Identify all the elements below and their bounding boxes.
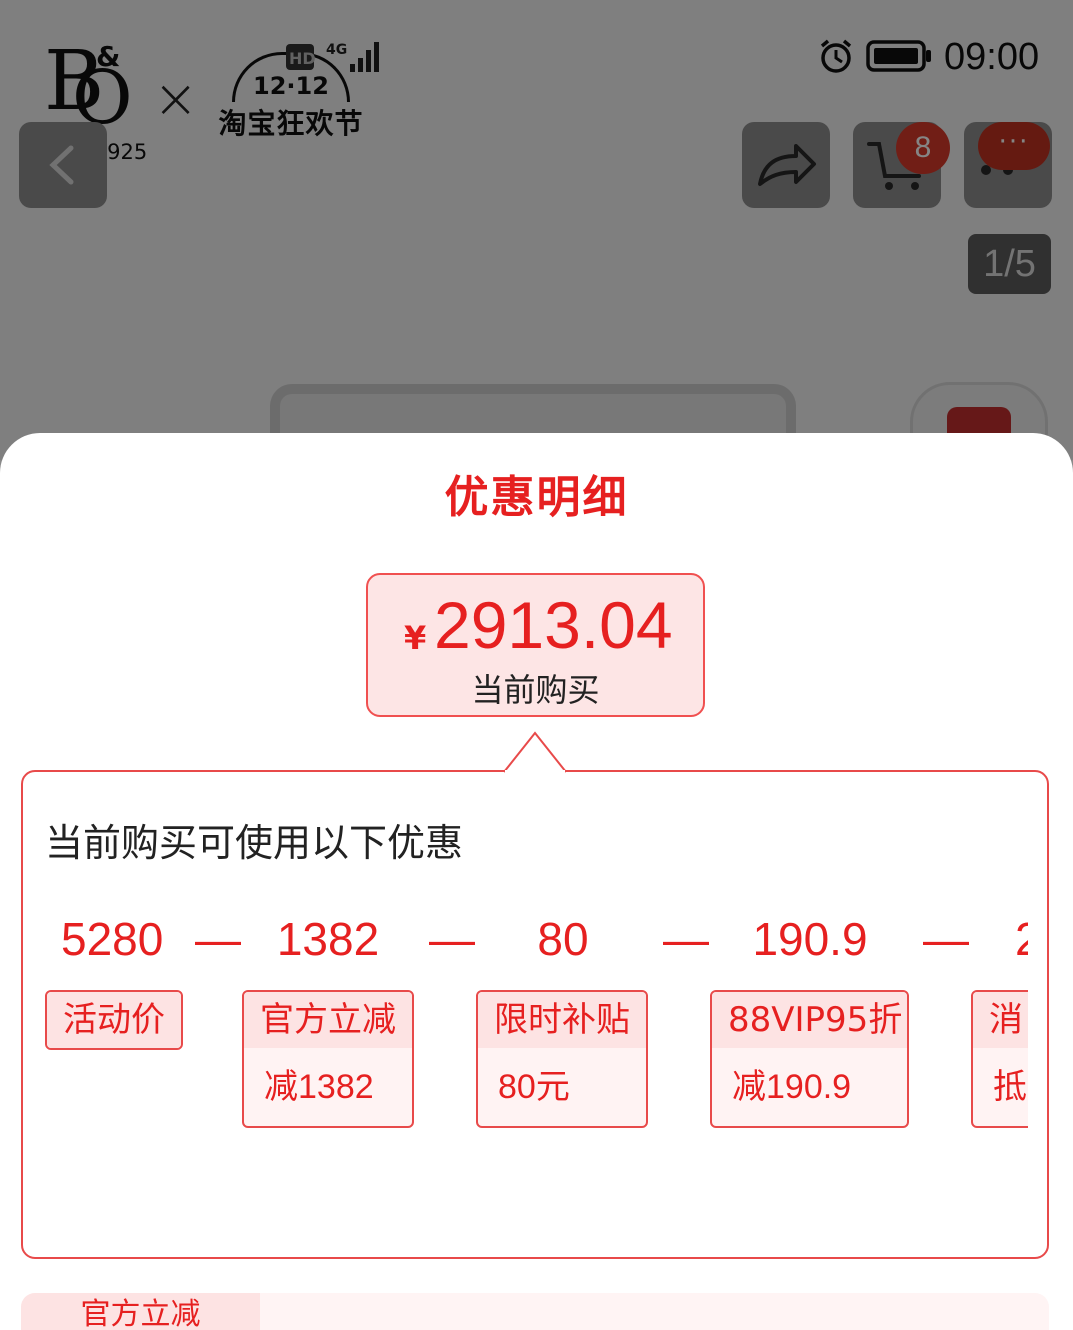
sheet-title: 优惠明细 <box>444 472 629 523</box>
discount-detail-section: 官方立减 <box>21 1293 1049 1330</box>
minus-sign: — <box>923 913 969 965</box>
offer-tag-sub: 减1382 <box>264 1068 374 1106</box>
minus-sign: — <box>663 913 709 965</box>
offer-tag-label: 官方立减 <box>244 992 412 1048</box>
offer-tag-sub: 减190.9 <box>732 1068 852 1106</box>
minus-sign: — <box>429 913 475 965</box>
offer-tag-sub: 80元 <box>498 1068 570 1106</box>
callout-pointer <box>504 731 566 773</box>
offer-value: 80 <box>537 913 589 965</box>
offers-panel: 当前购买可使用以下优惠 5280 活动价 — 1382 官方立减 减1382 —… <box>21 770 1049 1259</box>
price-label: 当前购买 <box>471 671 600 709</box>
offer-tag-label: 活动价 <box>47 992 181 1048</box>
offer-tag-consumer-voucher[interactable]: 消 抵 <box>971 990 1028 1128</box>
offer-tag-limited-subsidy[interactable]: 限时补贴 80元 <box>476 990 648 1128</box>
offer-value: 190.9 <box>752 913 868 965</box>
offer-value: 2 <box>1015 912 1028 966</box>
offer-tag-sub: 抵 <box>993 1068 1027 1106</box>
current-price-card: ¥ 2913.04 当前购买 <box>366 573 705 717</box>
offer-tag-label: 88VIP95折 <box>712 992 907 1048</box>
discount-details-sheet: 优惠明细 ¥ 2913.04 当前购买 当前购买可使用以下优惠 5280 活动价… <box>0 433 1073 1330</box>
offer-tag-label: 消 <box>973 992 1028 1048</box>
offer-tag-label: 限时补贴 <box>478 992 646 1048</box>
modal-overlay[interactable] <box>0 0 1073 460</box>
minus-sign: — <box>195 913 241 965</box>
offer-tag-activity-price[interactable]: 活动价 <box>45 990 183 1050</box>
price-value: 2913.04 <box>434 588 673 662</box>
offer-value: 1382 <box>276 913 380 965</box>
offer-tag-88vip[interactable]: 88VIP95折 减190.9 <box>710 990 909 1128</box>
section-tab-official-discount[interactable]: 官方立减 <box>21 1293 260 1330</box>
offer-tag-official-discount[interactable]: 官方立减 减1382 <box>242 990 414 1128</box>
offer-value: 5280 <box>61 913 164 965</box>
price-currency: ¥ <box>404 619 427 657</box>
offers-heading: 当前购买可使用以下优惠 <box>45 821 464 865</box>
offers-breakdown[interactable]: 5280 活动价 — 1382 官方立减 减1382 — 80 限时补贴 80元… <box>23 912 1028 1132</box>
